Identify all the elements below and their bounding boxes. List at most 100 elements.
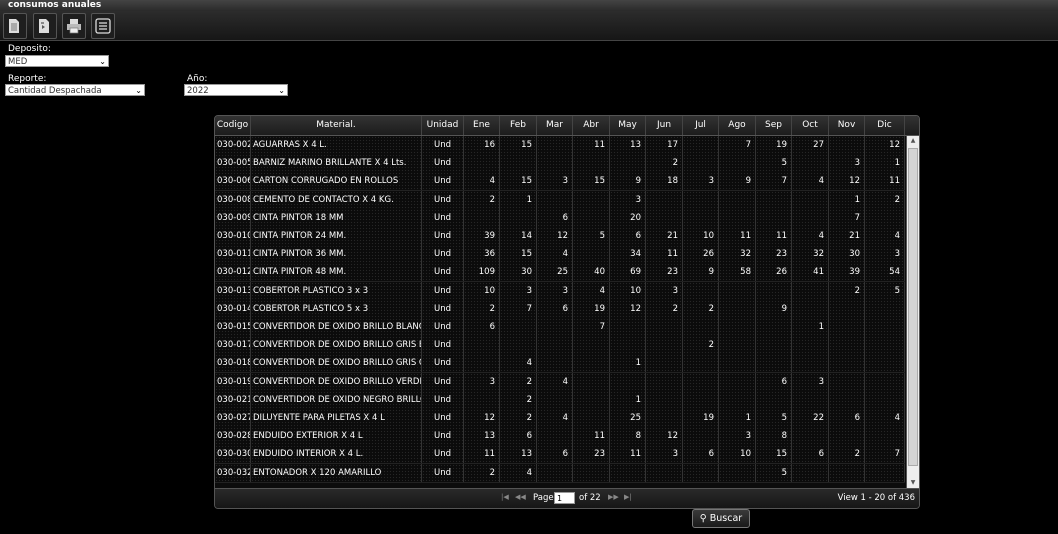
- cell-codigo: 030-032: [215, 463, 251, 482]
- scroll-thumb[interactable]: [908, 148, 918, 466]
- cell-jun: 3: [646, 445, 683, 464]
- cell-nov: 7: [829, 208, 865, 227]
- cell-abr: 7: [573, 318, 610, 336]
- cell-jun: 3: [646, 281, 683, 300]
- cell-mar: 3: [537, 172, 573, 191]
- cell-codigo: 030-011: [215, 245, 251, 264]
- column-header-nov[interactable]: Nov: [829, 116, 865, 135]
- next-page-icon[interactable]: ▶▶: [608, 493, 619, 501]
- table-row[interactable]: 030-011 CINTA PINTOR 36 MM. Und 36 15 4 34 11 26…: [215, 245, 905, 265]
- cell-mar: 6: [537, 445, 573, 464]
- deposito-select[interactable]: MED ⌄: [5, 55, 109, 67]
- cell-may: 20: [610, 208, 646, 227]
- cell-codigo: 030-018: [215, 354, 251, 373]
- cell-sep: [756, 281, 792, 300]
- list-button[interactable]: [91, 13, 115, 39]
- table-row[interactable]: 030-014 COBERTOR PLASTICO 5 x 3 Und 2 7 6 19 12…: [215, 299, 905, 319]
- cell-ene: [464, 354, 500, 373]
- first-page-icon[interactable]: |◀: [501, 493, 509, 501]
- buscar-label: Buscar: [709, 513, 743, 524]
- column-header-unidad[interactable]: Unidad: [422, 116, 464, 135]
- cell-sep: [756, 390, 792, 409]
- cell-may: 12: [610, 299, 646, 318]
- anio-select[interactable]: 2022 ⌄: [184, 84, 288, 96]
- cell-nov: [829, 318, 865, 336]
- table-row[interactable]: 030-019 CONVERTIDOR DE OXIDO BRILLO VERDE…: [215, 372, 905, 392]
- last-page-icon[interactable]: ▶|: [624, 493, 632, 501]
- cell-feb: 15: [500, 172, 537, 191]
- column-header-mar[interactable]: Mar: [537, 116, 573, 135]
- cell-jun: [646, 463, 683, 482]
- table-row[interactable]: 030-018 CONVERTIDOR DE OXIDO BRILLO GRIS …: [215, 354, 905, 374]
- column-header-dic[interactable]: Dic: [865, 116, 905, 135]
- cell-feb: 2: [500, 409, 537, 427]
- column-header-ene[interactable]: Ene: [464, 116, 500, 135]
- cell-ago: 10: [719, 445, 756, 464]
- scroll-down-icon[interactable]: ▼: [907, 478, 919, 488]
- table-row[interactable]: 030-009 CINTA PINTOR 18 MM Und 6 20 7: [215, 208, 905, 228]
- table-row[interactable]: 030-006 CARTON CORRUGADO EN ROLLOS Und 4 15 3…: [215, 172, 905, 192]
- column-header-codigo[interactable]: Codigo: [215, 116, 251, 135]
- cell-jul: 26: [683, 245, 719, 264]
- scroll-up-icon[interactable]: ▲: [907, 136, 919, 146]
- table-row[interactable]: 030-017 CONVERTIDOR DE OXIDO BRILLO GRIS …: [215, 336, 905, 356]
- table-row[interactable]: 030-030 ENDUIDO INTERIOR X 4 L. Und 11 13 6 23…: [215, 445, 905, 465]
- column-header-feb[interactable]: Feb: [500, 116, 537, 135]
- cell-unidad: Und: [422, 245, 464, 264]
- column-header-may[interactable]: May: [610, 116, 646, 135]
- vertical-scrollbar[interactable]: ▲ ▼: [906, 136, 919, 488]
- export-button[interactable]: [33, 13, 57, 39]
- page-input[interactable]: 1: [554, 492, 575, 504]
- table-row[interactable]: 030-012 CINTA PINTOR 48 MM. Und 109 30 25 40 69…: [215, 263, 905, 283]
- cell-ago: [719, 281, 756, 300]
- prev-page-icon[interactable]: ◀◀: [515, 493, 526, 501]
- grid-pager: |◀ ◀◀ Page 1 of 22 ▶▶ ▶| View 1 - 20 of …: [215, 488, 919, 508]
- cell-codigo: 030-017: [215, 336, 251, 355]
- cell-ago: [719, 390, 756, 409]
- reporte-select[interactable]: Cantidad Despachada ⌄: [5, 84, 145, 96]
- cell-jun: [646, 190, 683, 209]
- column-header-abr[interactable]: Abr: [573, 116, 610, 135]
- cell-oct: [792, 427, 829, 446]
- cell-ago: [719, 463, 756, 482]
- table-row[interactable]: 030-010 CINTA PINTOR 24 MM. Und 39 14 12 5 6 21 1…: [215, 227, 905, 246]
- column-header-material[interactable]: Material.: [251, 116, 422, 135]
- table-row[interactable]: 030-002 AGUARRAS X 4 L. Und 16 15 11 13 17 7 19 27…: [215, 136, 905, 155]
- cell-mar: 6: [537, 208, 573, 227]
- column-header-jul[interactable]: Jul: [683, 116, 719, 135]
- table-row[interactable]: 030-005 BARNIZ MARINO BRILLANTE X 4 Lts. U…: [215, 154, 905, 174]
- cell-jul: [683, 318, 719, 336]
- table-row[interactable]: 030-027 DILUYENTE PARA PILETAS X 4 L Und 12…: [215, 409, 905, 428]
- cell-feb: 3: [500, 281, 537, 300]
- cell-abr: 4: [573, 281, 610, 300]
- cell-may: 8: [610, 427, 646, 446]
- cell-jun: 18: [646, 172, 683, 191]
- table-row[interactable]: 030-028 ENDUIDO EXTERIOR X 4 L Und 13 6 11 8 12…: [215, 427, 905, 447]
- table-row[interactable]: 030-013 COBERTOR PLASTICO 3 x 3 Und 10 3 3 4 10…: [215, 281, 905, 301]
- cell-dic: [865, 427, 905, 446]
- cell-ago: 9: [719, 172, 756, 191]
- print-button[interactable]: [62, 13, 86, 39]
- anio-value: 2022: [187, 86, 209, 96]
- table-row[interactable]: 030-021 CONVERTIDOR DE OXIDO NEGRO BRILLO…: [215, 390, 905, 410]
- buscar-button[interactable]: ⚲ Buscar: [692, 509, 750, 528]
- column-header-oct[interactable]: Oct: [792, 116, 829, 135]
- cell-sep: 7: [756, 172, 792, 191]
- cell-sep: 26: [756, 263, 792, 282]
- column-header-sep[interactable]: Sep: [756, 116, 792, 135]
- cell-codigo: 030-015: [215, 318, 251, 336]
- cell-mar: [537, 427, 573, 446]
- table-row[interactable]: 030-032 ENTONADOR X 120 AMARILLO Und 2 4 5: [215, 463, 905, 483]
- table-row[interactable]: 030-008 CEMENTO DE CONTACTO X 4 KG. Und 2 1 3…: [215, 190, 905, 210]
- cell-jul: [683, 190, 719, 209]
- cell-jul: [683, 154, 719, 173]
- toolbar: [0, 11, 1058, 41]
- cell-codigo: 030-008: [215, 190, 251, 209]
- cell-oct: 22: [792, 409, 829, 427]
- cell-oct: [792, 390, 829, 409]
- reporte-value: Cantidad Despachada: [8, 86, 102, 96]
- document-button[interactable]: [3, 13, 27, 39]
- table-row[interactable]: 030-015 CONVERTIDOR DE OXIDO BRILLO BLANC…: [215, 318, 905, 337]
- column-header-jun[interactable]: Jun: [646, 116, 683, 135]
- column-header-ago[interactable]: Ago: [719, 116, 756, 135]
